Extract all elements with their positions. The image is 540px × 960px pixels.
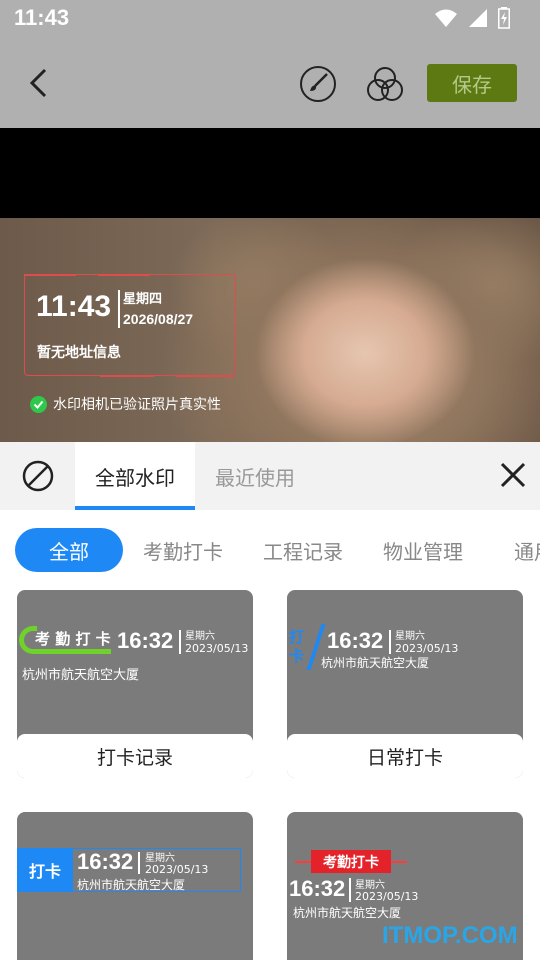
card-divider [179, 630, 181, 654]
card-address: 杭州市航天航空大厦 [321, 656, 430, 670]
verified-check-icon [30, 395, 47, 413]
card-time: 16:32 [327, 628, 384, 653]
card-time: 16:32 [77, 849, 134, 874]
top-toolbar: 保存 [0, 38, 540, 128]
watermark-address: 暂无地址信息 [37, 345, 121, 361]
card-address: 杭州市航天航空大厦 [22, 668, 140, 683]
filter-button[interactable] [364, 64, 406, 104]
category-chips: 全部 考勤打卡 工程记录 物业管理 通用 [0, 510, 540, 590]
brush-icon [300, 66, 336, 102]
card-badge: 打卡 [289, 628, 305, 665]
back-button[interactable] [18, 62, 58, 104]
watermark-time: 11:43 [36, 290, 112, 323]
status-bar: 11:43 [0, 0, 540, 38]
tab-recently-used[interactable]: 最近使用 [195, 442, 315, 510]
card-date: 2023/05/13 [355, 890, 419, 903]
tab-all-watermarks[interactable]: 全部水印 [75, 442, 195, 510]
status-time: 11:43 [14, 5, 70, 30]
card-date: 2023/05/13 [145, 863, 209, 876]
frame-arrow-top-left [24, 274, 76, 276]
watermark-tabbar: 全部水印 最近使用 [0, 442, 540, 510]
save-button[interactable]: 保存 [427, 64, 517, 102]
close-icon [500, 462, 526, 488]
battery-icon [498, 7, 510, 29]
chip-engineering[interactable]: 工程记录 [252, 528, 354, 572]
frame-arrow-top-right [98, 274, 150, 276]
chip-attendance[interactable]: 考勤打卡 [132, 528, 234, 572]
card-label: 打卡记录 [17, 734, 253, 778]
template-card[interactable]: 打卡 16:32 星期六 2023/05/13 杭州市航天航空大厦 [17, 812, 253, 960]
chevron-left-icon [29, 68, 47, 98]
no-watermark-button[interactable] [20, 458, 56, 494]
wifi-icon [435, 9, 457, 27]
photo-preview[interactable]: 11:43 星期四 2026/08/27 暂无地址信息 水印相机已验证照片真实性 [0, 218, 540, 442]
verified-text: 水印相机已验证照片真实性 [53, 397, 221, 413]
card-address: 杭州市航天航空大厦 [77, 878, 186, 892]
card-weekday: 星期六 [355, 880, 385, 891]
card-weekday: 星期六 [145, 853, 175, 864]
template-grid: 考 勤 打 卡 16:32 星期六 2023/05/13 杭州市航天航空大厦 打… [0, 590, 540, 960]
card-divider [389, 630, 391, 654]
card-divider [349, 878, 351, 902]
card-divider [138, 852, 140, 874]
chip-general[interactable]: 通用 [514, 528, 540, 572]
card-badge: 考勤打卡 [311, 850, 391, 873]
prohibited-icon [22, 460, 54, 492]
status-icons [434, 7, 510, 29]
template-card[interactable]: 打卡 16:32 星期六 2023/05/13 杭州市航天航空大厦 日常打卡 [287, 590, 523, 778]
signal-icon [469, 9, 487, 27]
watermark-date: 2026/08/27 [123, 311, 194, 327]
verified-notice: 水印相机已验证照片真实性 [30, 394, 221, 414]
template-card[interactable]: 考 勤 打 卡 16:32 星期六 2023/05/13 杭州市航天航空大厦 打… [17, 590, 253, 778]
preview-letterbox [0, 128, 540, 218]
chip-property[interactable]: 物业管理 [372, 528, 474, 572]
site-watermark: ITMOP.COM [382, 922, 518, 949]
card-weekday: 星期六 [185, 631, 215, 642]
color-filter-icon [367, 67, 403, 101]
card-time: 16:32 [289, 876, 346, 901]
app-root: 11:43 保存 11:43 星期四 2026/08/27 暂无地址信息 水印相… [0, 0, 540, 960]
card-address: 杭州市航天航空大厦 [293, 906, 402, 920]
chip-all[interactable]: 全部 [15, 528, 123, 572]
card-weekday: 星期六 [395, 631, 425, 642]
watermark-weekday: 星期四 [123, 292, 163, 307]
brush-button[interactable] [298, 64, 338, 104]
card-time: 16:32 [117, 628, 174, 653]
watermark-divider [118, 290, 120, 328]
close-button[interactable] [496, 458, 530, 492]
card-label: 日常打卡 [287, 734, 523, 778]
card-badge: 打卡 [17, 848, 73, 892]
frame-arrow-bottom-left [100, 375, 154, 377]
card-badge: 考 勤 打 卡 [35, 630, 111, 648]
card-date: 2023/05/13 [185, 642, 249, 655]
card-badge-bar [35, 649, 111, 654]
frame-arrow-bottom-right [176, 375, 234, 377]
